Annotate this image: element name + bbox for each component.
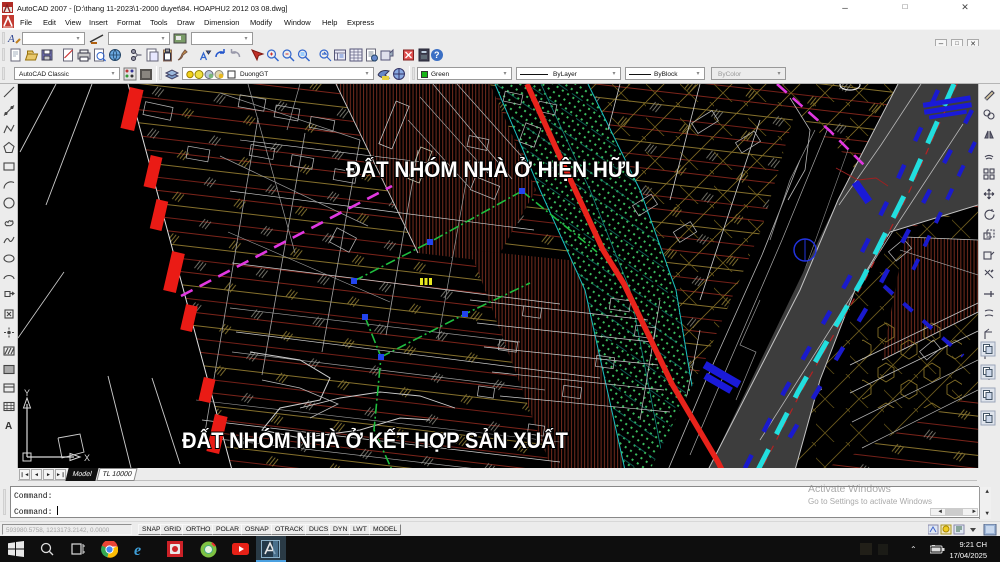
svg-text:e: e	[134, 542, 141, 558]
svg-text:?: ?	[434, 50, 440, 60]
svg-text:A: A	[7, 33, 15, 45]
svg-text:X: X	[84, 453, 90, 463]
svg-text:Y: Y	[24, 388, 30, 398]
svg-text:ĐẤT NHÓM NHÀ Ở HIỆN HỮU: ĐẤT NHÓM NHÀ Ở HIỆN HỮU	[346, 157, 640, 182]
svg-text:ĐẤT NHÓM NHÀ Ở KẾT HỢP SẢN XUẤ: ĐẤT NHÓM NHÀ Ở KẾT HỢP SẢN XUẤT	[182, 428, 569, 453]
svg-text:A: A	[5, 421, 12, 432]
